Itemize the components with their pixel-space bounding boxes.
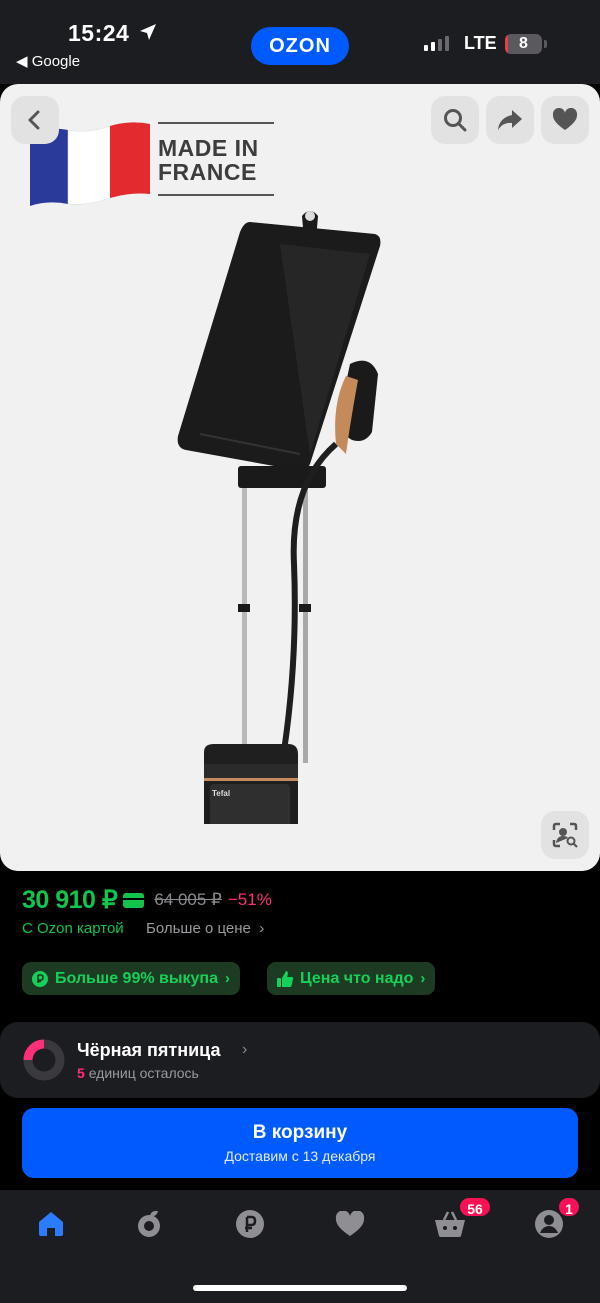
current-price: 30 910 ₽ [22, 886, 118, 914]
share-button[interactable] [486, 96, 534, 144]
chip-good-price[interactable]: Цена что надо › [267, 962, 436, 995]
fresh-icon [138, 1210, 160, 1237]
chip-buyout-rate[interactable]: Больше 99% выкупа › [22, 962, 240, 995]
ruble-return-icon [31, 970, 49, 988]
status-bar: 15:24 ◀ Google OZON LTE 8 [0, 0, 600, 84]
stock-progress-ring [23, 1039, 65, 1081]
ozon-card-icon [123, 892, 145, 908]
status-time: 15:24 [68, 20, 130, 46]
chevron-left-icon [28, 110, 40, 130]
made-in-france-badge: MADE IN FRANCE [158, 122, 274, 196]
network-type: LTE [464, 33, 497, 53]
battery-icon: 8 [505, 34, 542, 54]
price-row[interactable]: 30 910 ₽ 64 005 ₽ −51% [22, 885, 272, 915]
more-about-price-label: Больше о цене [146, 920, 251, 937]
back-to-app-link[interactable]: ◀ Google [16, 52, 80, 70]
heart-icon [335, 1210, 365, 1236]
favorite-button[interactable] [541, 96, 589, 144]
tab-favorites[interactable] [334, 1208, 366, 1240]
battery-percent: 8 [519, 35, 528, 52]
ozon-card-label: С Ozon картой [22, 920, 124, 937]
search-button[interactable] [431, 96, 479, 144]
chevron-right-icon: › [225, 970, 230, 987]
chevron-right-icon: › [242, 1041, 248, 1058]
visual-search-icon [552, 822, 578, 848]
ruble-icon [236, 1210, 264, 1238]
cellular-signal-icon [424, 36, 449, 51]
badge-line-1: MADE IN [158, 135, 259, 161]
more-about-price-link[interactable]: Больше о цене › [146, 920, 264, 937]
cart-count-badge: 56 [458, 1196, 492, 1218]
chip-good-price-label: Цена что надо [300, 969, 414, 987]
add-to-cart-label: В корзину [252, 1122, 348, 1143]
badge-line-2: FRANCE [158, 159, 257, 185]
heart-icon [552, 108, 578, 130]
tab-ruble[interactable] [234, 1208, 266, 1240]
profile-notification-badge: 1 [557, 1196, 581, 1218]
location-arrow-icon [140, 24, 156, 40]
garment-steamer-product-image: Tefal [177, 211, 381, 824]
home-indicator [193, 1285, 407, 1291]
delivery-date-label: Доставим с 13 декабря [224, 1148, 376, 1164]
visual-search-button[interactable] [541, 811, 589, 859]
tab-home[interactable] [35, 1208, 67, 1240]
chevron-right-icon: › [255, 920, 265, 937]
back-button[interactable] [11, 96, 59, 144]
product-brand-label: Tefal [212, 789, 230, 798]
battery-tip [544, 40, 547, 48]
ozon-logo: OZON [251, 27, 349, 65]
search-icon [444, 109, 467, 132]
chip-buyout-label: Больше 99% выкупа [55, 969, 218, 987]
old-price: 64 005 ₽ [154, 890, 222, 909]
home-icon [39, 1212, 63, 1236]
thumbs-up-icon [276, 970, 294, 988]
tab-fresh[interactable] [135, 1208, 167, 1240]
add-to-cart-button[interactable]: В корзину Доставим с 13 декабря [22, 1108, 578, 1178]
promo-subtitle: 5 единиц осталось [77, 1065, 199, 1081]
product-image-gallery[interactable]: MADE IN FRANCE Tefal [0, 84, 600, 871]
promo-title: Чёрная пятница [77, 1040, 221, 1060]
share-icon [498, 110, 522, 130]
chevron-right-icon: › [420, 970, 426, 987]
discount-badge: −51% [227, 890, 272, 909]
units-left-label: единиц осталось [88, 1065, 199, 1081]
units-left-count: 5 [77, 1065, 85, 1081]
